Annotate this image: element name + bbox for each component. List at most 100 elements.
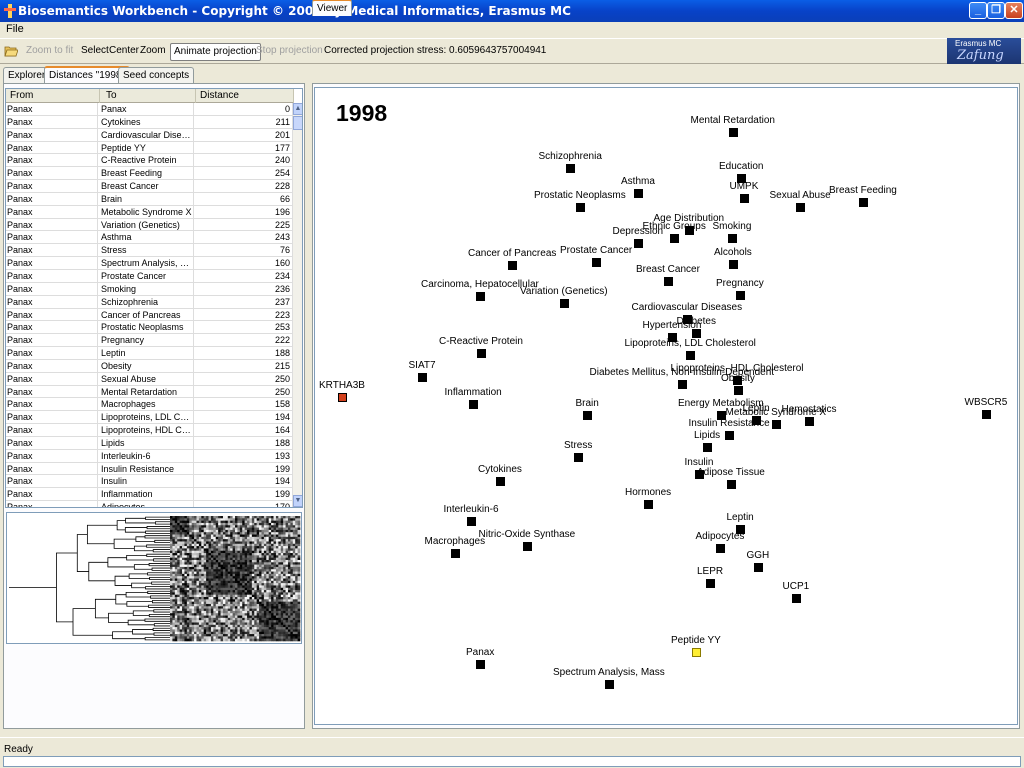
- node-marker-icon[interactable]: [692, 648, 701, 657]
- node-marker-icon[interactable]: [576, 203, 585, 212]
- select-button[interactable]: Select: [81, 43, 109, 61]
- table-row[interactable]: Panax Lipids 188: [6, 436, 294, 450]
- center-button[interactable]: Center: [109, 43, 139, 61]
- panel-splitter[interactable]: [307, 64, 311, 730]
- node-marker-icon[interactable]: [729, 260, 738, 269]
- stop-projection-button[interactable]: Stop projection: [256, 43, 323, 61]
- tab-seed-concepts[interactable]: Seed concepts: [118, 67, 195, 83]
- node-marker-icon[interactable]: [740, 194, 749, 203]
- node-marker-icon[interactable]: [678, 380, 687, 389]
- node-marker-icon[interactable]: [467, 517, 476, 526]
- table-row[interactable]: Panax Variation (Genetics) 225: [6, 218, 294, 232]
- table-row[interactable]: Panax Peptide YY 177: [6, 141, 294, 155]
- close-button[interactable]: ✕: [1005, 2, 1023, 19]
- node-marker-icon[interactable]: [727, 480, 736, 489]
- node-marker-icon[interactable]: [805, 417, 814, 426]
- cell-from: Panax: [6, 231, 98, 244]
- node-marker-icon[interactable]: [734, 386, 743, 395]
- node-marker-icon[interactable]: [634, 239, 643, 248]
- scroll-down-button[interactable]: ▼: [293, 495, 302, 507]
- node-marker-icon[interactable]: [583, 411, 592, 420]
- minimize-button[interactable]: _: [969, 2, 987, 19]
- node-marker-icon[interactable]: [469, 400, 478, 409]
- node-marker-icon[interactable]: [670, 234, 679, 243]
- table-row[interactable]: Panax Brain 66: [6, 192, 294, 206]
- node-marker-icon[interactable]: [574, 453, 583, 462]
- animate-projection-button[interactable]: Animate projection: [170, 43, 261, 61]
- node-marker-icon[interactable]: [982, 410, 991, 419]
- scroll-thumb[interactable]: [293, 116, 302, 130]
- table-row[interactable]: Panax Sexual Abuse 250: [6, 372, 294, 386]
- table-row[interactable]: Panax Schizophrenia 237: [6, 295, 294, 309]
- table-row[interactable]: Panax Insulin 194: [6, 475, 294, 489]
- table-row[interactable]: Panax Panax 0: [6, 103, 294, 116]
- node-marker-icon[interactable]: [338, 393, 347, 402]
- node-marker-icon[interactable]: [566, 164, 575, 173]
- node-marker-icon[interactable]: [729, 128, 738, 137]
- table-row[interactable]: Panax Metabolic Syndrome X 196: [6, 205, 294, 219]
- table-row[interactable]: Panax Smoking 236: [6, 282, 294, 296]
- node-marker-icon[interactable]: [418, 373, 427, 382]
- table-row[interactable]: Panax Cancer of Pancreas 223: [6, 308, 294, 322]
- node-marker-icon[interactable]: [725, 431, 734, 440]
- table-row[interactable]: Panax Prostate Cancer 234: [6, 269, 294, 283]
- node-marker-icon[interactable]: [859, 198, 868, 207]
- node-marker-icon[interactable]: [476, 660, 485, 669]
- node-marker-icon[interactable]: [686, 351, 695, 360]
- table-row[interactable]: Panax C-Reactive Protein 240: [6, 154, 294, 168]
- table-scrollbar[interactable]: ▲ ▼: [292, 103, 302, 507]
- table-row[interactable]: Panax Prostatic Neoplasms 253: [6, 321, 294, 335]
- table-row[interactable]: Panax Cardiovascular Diseases 201: [6, 128, 294, 142]
- table-row[interactable]: Panax Leptin 188: [6, 347, 294, 360]
- table-row[interactable]: Panax Stress 76: [6, 244, 294, 258]
- node-marker-icon[interactable]: [605, 680, 614, 689]
- node-marker-icon[interactable]: [523, 542, 532, 551]
- table-row[interactable]: Panax Macrophages 158: [6, 398, 294, 412]
- node-marker-icon[interactable]: [508, 261, 517, 270]
- node-marker-icon[interactable]: [592, 258, 601, 267]
- open-folder-icon[interactable]: [4, 44, 18, 58]
- node-marker-icon[interactable]: [560, 299, 569, 308]
- column-from[interactable]: From: [6, 89, 100, 103]
- node-marker-icon[interactable]: [703, 443, 712, 452]
- node-marker-icon[interactable]: [792, 594, 801, 603]
- zoom-to-fit-button[interactable]: Zoom to fit: [26, 43, 73, 61]
- table-row[interactable]: Panax Breast Feeding 254: [6, 167, 294, 181]
- table-row[interactable]: Panax Obesity 215: [6, 359, 294, 373]
- node-marker-icon[interactable]: [796, 203, 805, 212]
- node-marker-icon[interactable]: [716, 544, 725, 553]
- table-row[interactable]: Panax Asthma 243: [6, 231, 294, 245]
- table-row[interactable]: Panax Breast Cancer 228: [6, 180, 294, 193]
- node-marker-icon[interactable]: [664, 277, 673, 286]
- maximize-button[interactable]: ❐: [987, 2, 1005, 19]
- scroll-up-button[interactable]: ▲: [293, 103, 302, 115]
- table-row[interactable]: Panax Insulin Resistance 199: [6, 462, 294, 476]
- projection-canvas[interactable]: 1998 Mental Retardation Schizophrenia Educ…: [314, 87, 1018, 725]
- table-row[interactable]: Panax Mental Retardation 250: [6, 385, 294, 399]
- column-distance[interactable]: Distance: [196, 89, 294, 103]
- zoom-button[interactable]: Zoom: [140, 43, 166, 61]
- node-marker-icon[interactable]: [754, 563, 763, 572]
- node-marker-icon[interactable]: [451, 549, 460, 558]
- node-marker-icon[interactable]: [728, 234, 737, 243]
- table-row[interactable]: Panax Interleukin-6 193: [6, 449, 294, 463]
- node-marker-icon[interactable]: [736, 291, 745, 300]
- node-marker-icon[interactable]: [477, 349, 486, 358]
- table-row[interactable]: Panax Lipoproteins, LDL Cho... 194: [6, 411, 294, 425]
- cell-from: Panax: [6, 385, 98, 398]
- table-row[interactable]: Panax Lipoproteins, HDL Ch... 164: [6, 424, 294, 437]
- table-row[interactable]: Panax Inflammation 199: [6, 488, 294, 502]
- node-marker-icon[interactable]: [706, 579, 715, 588]
- table-row[interactable]: Panax Pregnancy 222: [6, 334, 294, 348]
- table-row[interactable]: Panax Adipocytes 170: [6, 501, 294, 507]
- column-to[interactable]: To: [100, 89, 196, 103]
- node-marker-icon[interactable]: [496, 477, 505, 486]
- node-marker-icon[interactable]: [772, 420, 781, 429]
- node-marker-icon[interactable]: [476, 292, 485, 301]
- menu-file[interactable]: File: [6, 23, 24, 35]
- node-marker-icon[interactable]: [634, 189, 643, 198]
- tab-viewer[interactable]: Viewer: [312, 0, 353, 16]
- table-row[interactable]: Panax Spectrum Analysis, M... 160: [6, 257, 294, 270]
- table-row[interactable]: Panax Cytokines 211: [6, 115, 294, 129]
- node-marker-icon[interactable]: [644, 500, 653, 509]
